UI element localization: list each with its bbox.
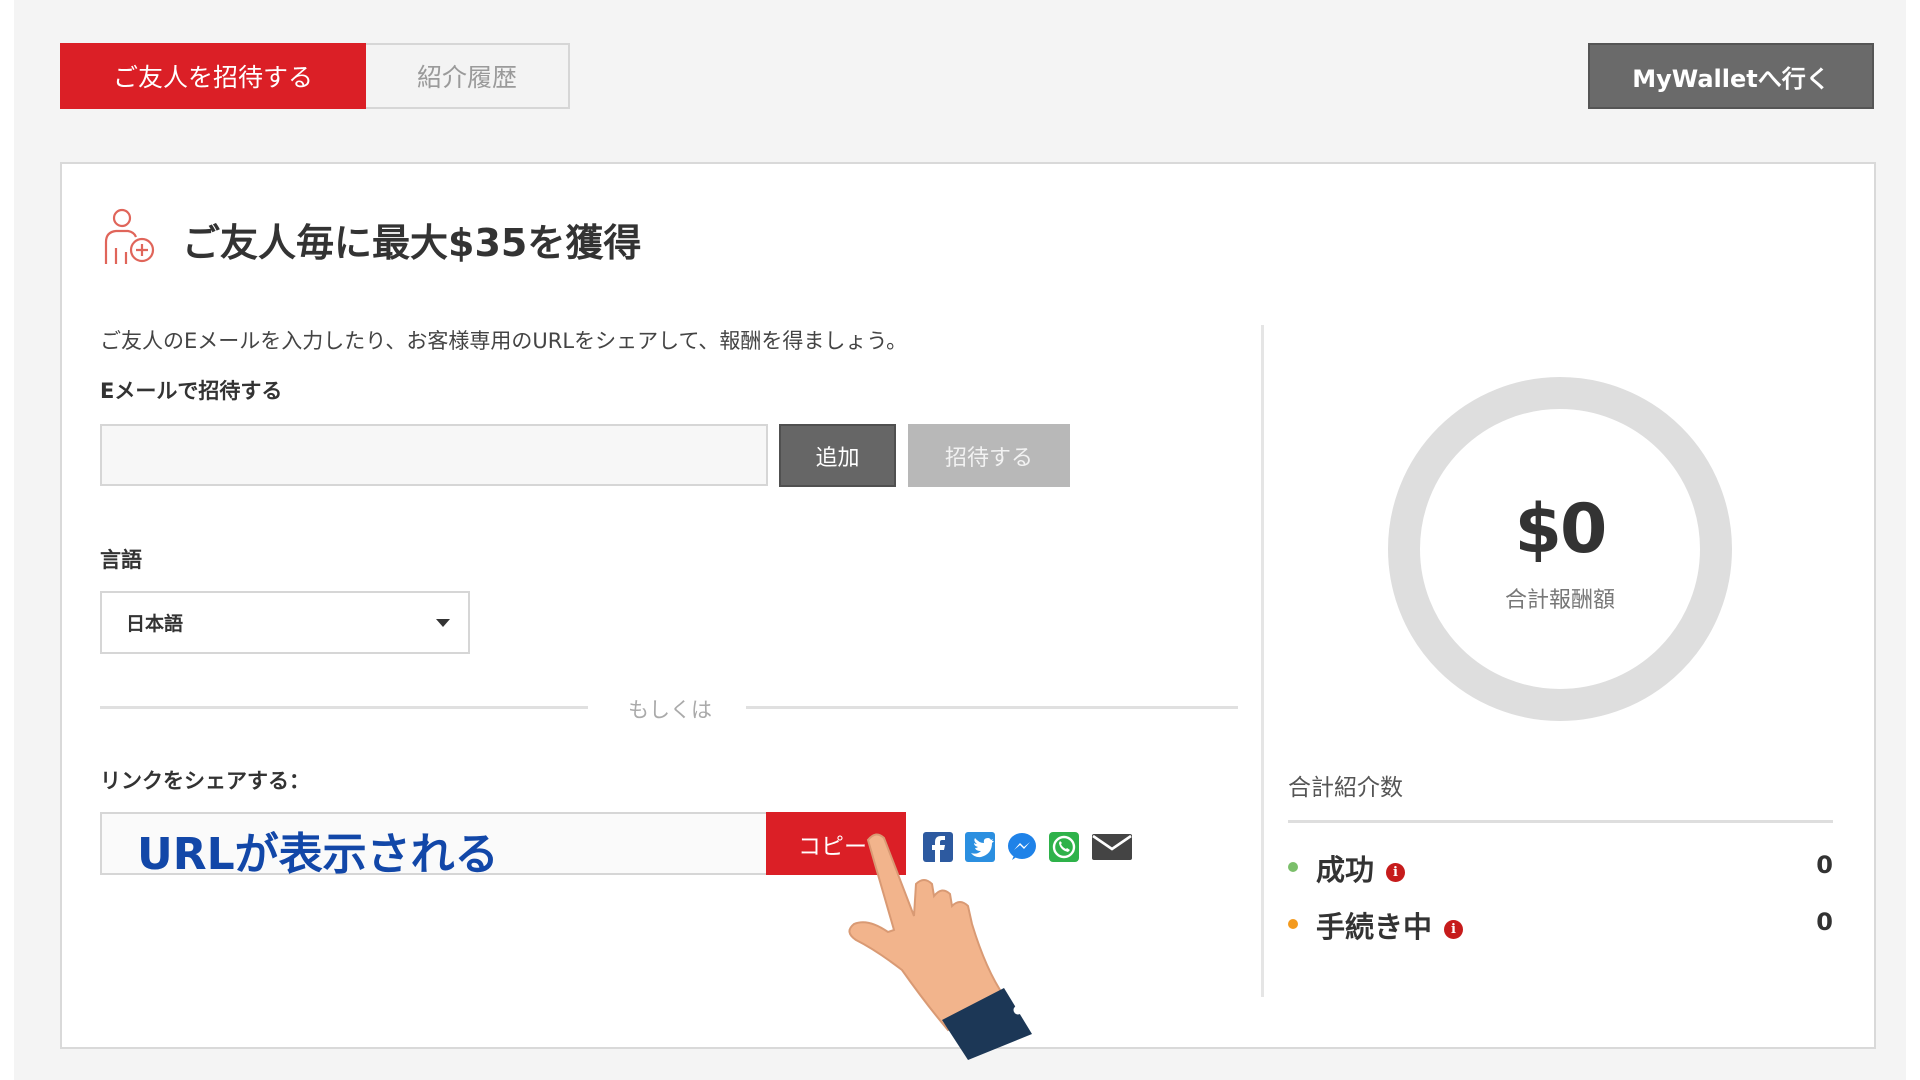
stat-value-success: 0 <box>1816 851 1833 879</box>
language-label: 言語 <box>100 548 142 572</box>
email-invite-label: Eメールで招待する <box>100 379 283 403</box>
status-dot <box>1288 919 1298 929</box>
referrals-divider <box>1288 820 1833 823</box>
stat-value-pending: 0 <box>1816 908 1833 936</box>
page-title: ご友人毎に最大$35を獲得 <box>182 221 642 265</box>
whatsapp-icon[interactable] <box>1048 832 1080 862</box>
total-referrals-title: 合計紹介数 <box>1288 775 1403 801</box>
invite-description: ご友人のEメールを入力したり、お客様専用のURLをシェアして、報酬を得ましょう。 <box>100 329 908 353</box>
url-annotation: URLが表示される <box>137 829 499 880</box>
info-icon[interactable]: i <box>1444 919 1464 939</box>
caret-down-icon <box>436 619 450 627</box>
or-divider-label: もしくは <box>628 698 712 722</box>
column-divider <box>1261 325 1264 997</box>
email-icon[interactable] <box>1090 832 1134 862</box>
stat-label-pending: 手続き中 i <box>1316 904 1464 946</box>
language-select-value: 日本語 <box>126 613 184 635</box>
language-select[interactable]: 日本語 <box>100 591 470 654</box>
stat-label-success: 成功 i <box>1316 847 1406 889</box>
add-email-button[interactable]: 追加 <box>779 424 896 487</box>
total-reward-amount: $0 <box>1514 490 1608 569</box>
tab-invite-friends[interactable]: ご友人を招待する <box>60 43 366 109</box>
info-icon[interactable]: i <box>1386 862 1406 882</box>
pointing-hand-icon <box>848 833 1032 1060</box>
share-link-label: リンクをシェアする： <box>100 769 310 793</box>
email-field[interactable] <box>100 424 768 486</box>
tab-referral-history[interactable]: 紹介履歴 <box>366 43 570 109</box>
send-invite-button[interactable]: 招待する <box>908 424 1070 487</box>
total-reward-label: 合計報酬額 <box>1504 588 1615 613</box>
stat-label-text: 手続き中 <box>1316 910 1433 944</box>
status-dot <box>1288 862 1298 872</box>
go-to-mywallet-button[interactable]: MyWalletへ行く <box>1588 43 1874 109</box>
stat-label-text: 成功 <box>1316 853 1375 887</box>
divider-right <box>746 706 1238 709</box>
divider-left <box>100 706 588 709</box>
stat-row-pending: 手続き中 i 0 <box>1288 904 1833 944</box>
stat-row-success: 成功 i 0 <box>1288 847 1833 887</box>
user-add-icon <box>104 208 155 264</box>
